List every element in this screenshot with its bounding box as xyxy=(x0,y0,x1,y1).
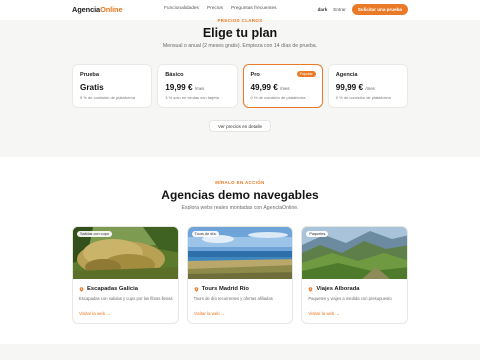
plan-price: Gratis xyxy=(80,83,104,92)
next-section-band xyxy=(0,344,480,360)
nav-link-pricing[interactable]: Precios xyxy=(207,6,223,11)
plan-card-prueba[interactable]: Prueba Gratis 5 % de comisión de platafo… xyxy=(72,64,153,108)
agency-description: Escapadas con salidas y cupo por las fib… xyxy=(79,296,173,301)
plan-card-pro[interactable]: Pro Popular 49,99 € /mes 0 % de comisión… xyxy=(242,64,323,108)
nav-link-features[interactable]: Funcionalidades xyxy=(164,6,199,11)
nav-link-faq[interactable]: Preguntas frecuentes xyxy=(231,6,277,11)
demos-subtitle: Explora webs reales montadas con Agencia… xyxy=(181,205,299,211)
agency-name: Viajes Alborada xyxy=(308,286,360,292)
plan-name: Agencia xyxy=(335,72,358,78)
pricing-subtitle: Mensual o anual (2 meses gratis). Empiez… xyxy=(162,43,318,49)
pricing-eyebrow: PRECIOS CLAROS xyxy=(217,18,263,23)
agency-image-moss: Salidas con cupo xyxy=(73,227,178,279)
plan-name: Prueba xyxy=(80,72,99,78)
pricing-plans: Prueba Gratis 5 % de comisión de platafo… xyxy=(72,64,408,108)
agency-description: Tours de día recurrentes y ofertas afili… xyxy=(193,296,273,301)
plan-name: Básico xyxy=(165,72,184,78)
login-link[interactable]: Entrar xyxy=(333,7,346,12)
agency-card-tours-madrid-rio[interactable]: Tours de día Tours Madrid Río Tours de d… xyxy=(186,226,294,324)
agency-tag: Paquetes xyxy=(306,231,329,237)
agency-tag: Tours de día xyxy=(191,231,219,237)
agency-tag: Salidas con cupo xyxy=(77,231,112,237)
plan-card-agencia[interactable]: Agencia 99,99 € /mes 0 % de comisión de … xyxy=(327,64,408,108)
plan-note: 5 % de comisión de plataforma xyxy=(80,95,135,100)
agency-card-escapadas-galicia[interactable]: Salidas con cupo Escapadas Galicia Escap… xyxy=(72,226,179,324)
plan-price: 19,99 € /mes xyxy=(165,83,205,92)
nav-links: Funcionalidades Precios Preguntas frecue… xyxy=(164,6,277,11)
plan-price: 99,99 € /mes xyxy=(335,83,375,92)
plan-note: 0 % de comisión de plataforma xyxy=(335,95,391,100)
request-trial-button[interactable]: Solicitar una prueba xyxy=(351,4,408,15)
demos-title: Agencias demo navegables xyxy=(161,188,319,202)
location-pin-icon xyxy=(194,286,199,292)
pricing-title: Elige tu plan xyxy=(202,26,278,40)
plan-card-basico[interactable]: Básico 19,99 € /mes 3 % solo en ventas c… xyxy=(157,64,238,108)
agency-card-viajes-alborada[interactable]: Paquetes Viajes Alborada Paquetes y viaj… xyxy=(301,226,409,324)
plan-note: 3 % solo en ventas con tarjeta xyxy=(165,95,219,100)
demo-agencies: Salidas con cupo Escapadas Galicia Escap… xyxy=(72,226,409,324)
location-pin-icon xyxy=(79,286,84,292)
logo[interactable]: AgenciaOnline xyxy=(72,5,123,14)
pricing-details-button[interactable]: Ver precios en detalle xyxy=(209,120,271,132)
agency-description: Paquetes y viajes a medida con presupues… xyxy=(308,296,392,301)
nav-actions: dark Entrar Solicitar una prueba xyxy=(318,4,408,15)
plan-price: 49,99 € /mes xyxy=(250,83,290,92)
demos-eyebrow: MÍRALO EN ACCIÓN xyxy=(215,180,265,185)
agency-image-coast: Tours de día xyxy=(187,227,293,279)
dark-mode-toggle[interactable]: dark xyxy=(318,7,328,12)
visit-website-link[interactable]: Visitar la web → xyxy=(79,311,111,316)
top-nav: AgenciaOnline Funcionalidades Precios Pr… xyxy=(0,0,480,20)
plan-note: 0 % de comisión de plataforma xyxy=(250,95,306,100)
location-pin-icon xyxy=(308,286,313,292)
visit-website-link[interactable]: Visitar la web → xyxy=(308,311,340,316)
agency-name: Tours Madrid Río xyxy=(194,286,249,292)
visit-website-link[interactable]: Visitar la web → xyxy=(194,311,226,316)
agency-name: Escapadas Galicia xyxy=(79,286,138,292)
agency-image-mountains: Paquetes xyxy=(302,227,408,279)
popular-badge: Popular xyxy=(296,71,316,77)
